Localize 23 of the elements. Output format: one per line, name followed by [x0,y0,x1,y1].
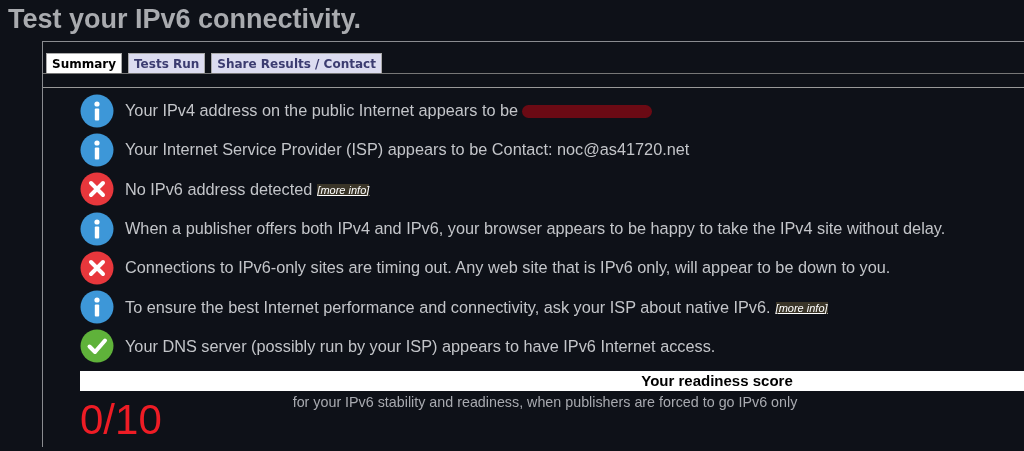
score-heading: Your readiness score [641,371,793,392]
info-icon [80,290,114,325]
tab[interactable]: Tests Run [128,53,206,73]
more-info-link[interactable]: [more info] [317,183,370,196]
info-icon [80,132,114,167]
score-caption: for your IPv6 stability and readiness, when publishers are forced to go IPv6 only [291,394,799,411]
info-icon [80,93,114,128]
message-text: Connections to IPv6-only sites are timing out. Any web site that is IPv6 only, will appear to be down to you. [125,258,891,277]
tab[interactable]: Summary [46,53,123,73]
more-info-link[interactable]: [more info] [775,301,828,314]
message-text: No IPv6 address detected [125,179,313,198]
page-title: Test your IPv6 connectivity. [7,3,362,35]
tab[interactable]: Share Results / Contact [211,53,382,73]
message-text: Your Internet Service Provider (ISP) appears to be Contact: noc@as41720.net [125,140,690,159]
error-icon [80,172,114,207]
message-text: When a publisher offers both IPv4 and IPv6, your browser appears to be happy to take the IPv4 site without delay. [125,219,946,238]
checkmark-icon [80,329,114,364]
message-text: Your IPv4 address on the public Internet appears to be [125,101,519,120]
info-icon [80,211,114,246]
score-value: 0/10 [80,398,162,443]
error-icon [80,250,114,285]
message-text: Your DNS server (possibly run by your ISP) appears to have IPv6 Internet access. [125,336,716,355]
message-text: To ensure the best Internet performance and connectivity, ask your ISP about native IPv6. [125,297,771,316]
